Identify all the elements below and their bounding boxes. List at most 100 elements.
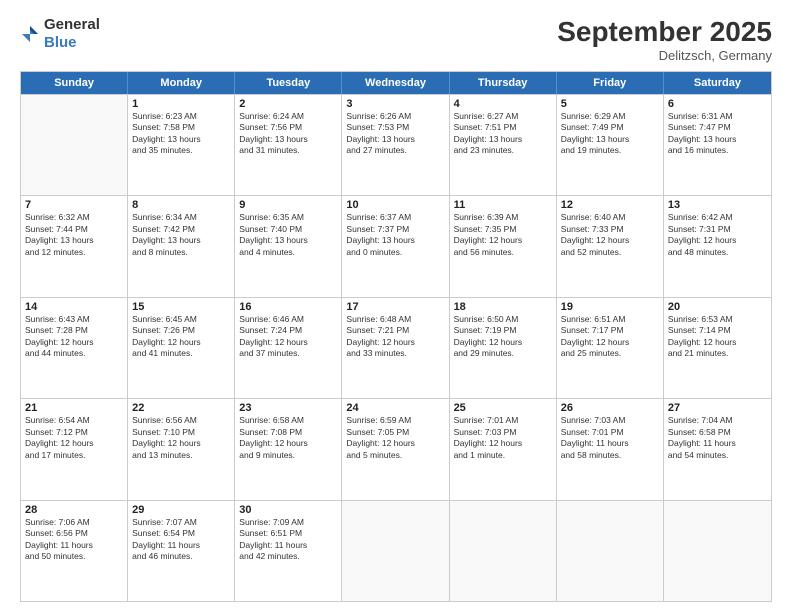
empty-cell-4-4 <box>450 501 557 601</box>
day-info: Sunrise: 6:40 AM Sunset: 7:33 PM Dayligh… <box>561 212 659 258</box>
week-row-0: 1Sunrise: 6:23 AM Sunset: 7:58 PM Daylig… <box>21 94 771 195</box>
empty-cell-4-6 <box>664 501 771 601</box>
day-cell-4: 4Sunrise: 6:27 AM Sunset: 7:51 PM Daylig… <box>450 95 557 195</box>
day-cell-2: 2Sunrise: 6:24 AM Sunset: 7:56 PM Daylig… <box>235 95 342 195</box>
day-cell-15: 15Sunrise: 6:45 AM Sunset: 7:26 PM Dayli… <box>128 298 235 398</box>
header-day-saturday: Saturday <box>664 72 771 94</box>
day-info: Sunrise: 6:23 AM Sunset: 7:58 PM Dayligh… <box>132 111 230 157</box>
day-cell-7: 7Sunrise: 6:32 AM Sunset: 7:44 PM Daylig… <box>21 196 128 296</box>
week-row-3: 21Sunrise: 6:54 AM Sunset: 7:12 PM Dayli… <box>21 398 771 499</box>
day-number: 1 <box>132 98 230 110</box>
calendar-body: 1Sunrise: 6:23 AM Sunset: 7:58 PM Daylig… <box>21 94 771 601</box>
day-info: Sunrise: 7:01 AM Sunset: 7:03 PM Dayligh… <box>454 415 552 461</box>
day-number: 22 <box>132 402 230 414</box>
day-info: Sunrise: 6:45 AM Sunset: 7:26 PM Dayligh… <box>132 314 230 360</box>
day-number: 5 <box>561 98 659 110</box>
day-number: 25 <box>454 402 552 414</box>
day-info: Sunrise: 7:07 AM Sunset: 6:54 PM Dayligh… <box>132 517 230 563</box>
day-number: 3 <box>346 98 444 110</box>
header-day-sunday: Sunday <box>21 72 128 94</box>
day-number: 20 <box>668 301 767 313</box>
day-cell-24: 24Sunrise: 6:59 AM Sunset: 7:05 PM Dayli… <box>342 399 449 499</box>
day-cell-19: 19Sunrise: 6:51 AM Sunset: 7:17 PM Dayli… <box>557 298 664 398</box>
day-info: Sunrise: 6:58 AM Sunset: 7:08 PM Dayligh… <box>239 415 337 461</box>
day-info: Sunrise: 7:09 AM Sunset: 6:51 PM Dayligh… <box>239 517 337 563</box>
week-row-4: 28Sunrise: 7:06 AM Sunset: 6:56 PM Dayli… <box>21 500 771 601</box>
day-info: Sunrise: 6:26 AM Sunset: 7:53 PM Dayligh… <box>346 111 444 157</box>
logo-icon <box>20 24 40 44</box>
day-number: 19 <box>561 301 659 313</box>
day-number: 12 <box>561 199 659 211</box>
day-info: Sunrise: 7:06 AM Sunset: 6:56 PM Dayligh… <box>25 517 123 563</box>
day-info: Sunrise: 6:59 AM Sunset: 7:05 PM Dayligh… <box>346 415 444 461</box>
calendar-header: SundayMondayTuesdayWednesdayThursdayFrid… <box>21 72 771 94</box>
day-cell-8: 8Sunrise: 6:34 AM Sunset: 7:42 PM Daylig… <box>128 196 235 296</box>
day-info: Sunrise: 6:51 AM Sunset: 7:17 PM Dayligh… <box>561 314 659 360</box>
day-number: 15 <box>132 301 230 313</box>
day-number: 4 <box>454 98 552 110</box>
day-info: Sunrise: 6:34 AM Sunset: 7:42 PM Dayligh… <box>132 212 230 258</box>
day-cell-9: 9Sunrise: 6:35 AM Sunset: 7:40 PM Daylig… <box>235 196 342 296</box>
day-cell-22: 22Sunrise: 6:56 AM Sunset: 7:10 PM Dayli… <box>128 399 235 499</box>
day-cell-12: 12Sunrise: 6:40 AM Sunset: 7:33 PM Dayli… <box>557 196 664 296</box>
header-day-wednesday: Wednesday <box>342 72 449 94</box>
day-cell-10: 10Sunrise: 6:37 AM Sunset: 7:37 PM Dayli… <box>342 196 449 296</box>
logo-general: General <box>44 16 100 33</box>
day-number: 14 <box>25 301 123 313</box>
day-info: Sunrise: 7:03 AM Sunset: 7:01 PM Dayligh… <box>561 415 659 461</box>
day-info: Sunrise: 6:53 AM Sunset: 7:14 PM Dayligh… <box>668 314 767 360</box>
day-cell-28: 28Sunrise: 7:06 AM Sunset: 6:56 PM Dayli… <box>21 501 128 601</box>
day-info: Sunrise: 6:50 AM Sunset: 7:19 PM Dayligh… <box>454 314 552 360</box>
day-number: 21 <box>25 402 123 414</box>
day-cell-13: 13Sunrise: 6:42 AM Sunset: 7:31 PM Dayli… <box>664 196 771 296</box>
day-cell-25: 25Sunrise: 7:01 AM Sunset: 7:03 PM Dayli… <box>450 399 557 499</box>
calendar: SundayMondayTuesdayWednesdayThursdayFrid… <box>20 71 772 602</box>
day-info: Sunrise: 6:54 AM Sunset: 7:12 PM Dayligh… <box>25 415 123 461</box>
subtitle: Delitzsch, Germany <box>557 48 772 63</box>
day-number: 29 <box>132 504 230 516</box>
day-info: Sunrise: 6:46 AM Sunset: 7:24 PM Dayligh… <box>239 314 337 360</box>
day-info: Sunrise: 6:24 AM Sunset: 7:56 PM Dayligh… <box>239 111 337 157</box>
page: General Blue September 2025 Delitzsch, G… <box>0 0 792 612</box>
day-info: Sunrise: 7:04 AM Sunset: 6:58 PM Dayligh… <box>668 415 767 461</box>
day-number: 24 <box>346 402 444 414</box>
day-number: 18 <box>454 301 552 313</box>
header-day-tuesday: Tuesday <box>235 72 342 94</box>
day-info: Sunrise: 6:32 AM Sunset: 7:44 PM Dayligh… <box>25 212 123 258</box>
day-cell-17: 17Sunrise: 6:48 AM Sunset: 7:21 PM Dayli… <box>342 298 449 398</box>
day-cell-29: 29Sunrise: 7:07 AM Sunset: 6:54 PM Dayli… <box>128 501 235 601</box>
day-number: 13 <box>668 199 767 211</box>
day-cell-16: 16Sunrise: 6:46 AM Sunset: 7:24 PM Dayli… <box>235 298 342 398</box>
day-cell-20: 20Sunrise: 6:53 AM Sunset: 7:14 PM Dayli… <box>664 298 771 398</box>
day-cell-1: 1Sunrise: 6:23 AM Sunset: 7:58 PM Daylig… <box>128 95 235 195</box>
day-number: 16 <box>239 301 337 313</box>
day-info: Sunrise: 6:56 AM Sunset: 7:10 PM Dayligh… <box>132 415 230 461</box>
day-info: Sunrise: 6:27 AM Sunset: 7:51 PM Dayligh… <box>454 111 552 157</box>
header: General Blue September 2025 Delitzsch, G… <box>20 16 772 63</box>
day-info: Sunrise: 6:31 AM Sunset: 7:47 PM Dayligh… <box>668 111 767 157</box>
day-number: 17 <box>346 301 444 313</box>
month-title: September 2025 <box>557 16 772 48</box>
day-cell-14: 14Sunrise: 6:43 AM Sunset: 7:28 PM Dayli… <box>21 298 128 398</box>
day-number: 7 <box>25 199 123 211</box>
week-row-1: 7Sunrise: 6:32 AM Sunset: 7:44 PM Daylig… <box>21 195 771 296</box>
day-number: 6 <box>668 98 767 110</box>
title-block: September 2025 Delitzsch, Germany <box>557 16 772 63</box>
day-info: Sunrise: 6:37 AM Sunset: 7:37 PM Dayligh… <box>346 212 444 258</box>
day-number: 28 <box>25 504 123 516</box>
day-info: Sunrise: 6:48 AM Sunset: 7:21 PM Dayligh… <box>346 314 444 360</box>
day-cell-5: 5Sunrise: 6:29 AM Sunset: 7:49 PM Daylig… <box>557 95 664 195</box>
day-number: 2 <box>239 98 337 110</box>
day-number: 10 <box>346 199 444 211</box>
day-info: Sunrise: 6:35 AM Sunset: 7:40 PM Dayligh… <box>239 212 337 258</box>
day-info: Sunrise: 6:43 AM Sunset: 7:28 PM Dayligh… <box>25 314 123 360</box>
day-number: 26 <box>561 402 659 414</box>
day-number: 8 <box>132 199 230 211</box>
empty-cell-0-0 <box>21 95 128 195</box>
day-number: 11 <box>454 199 552 211</box>
day-cell-27: 27Sunrise: 7:04 AM Sunset: 6:58 PM Dayli… <box>664 399 771 499</box>
day-cell-26: 26Sunrise: 7:03 AM Sunset: 7:01 PM Dayli… <box>557 399 664 499</box>
empty-cell-4-3 <box>342 501 449 601</box>
week-row-2: 14Sunrise: 6:43 AM Sunset: 7:28 PM Dayli… <box>21 297 771 398</box>
header-day-thursday: Thursday <box>450 72 557 94</box>
